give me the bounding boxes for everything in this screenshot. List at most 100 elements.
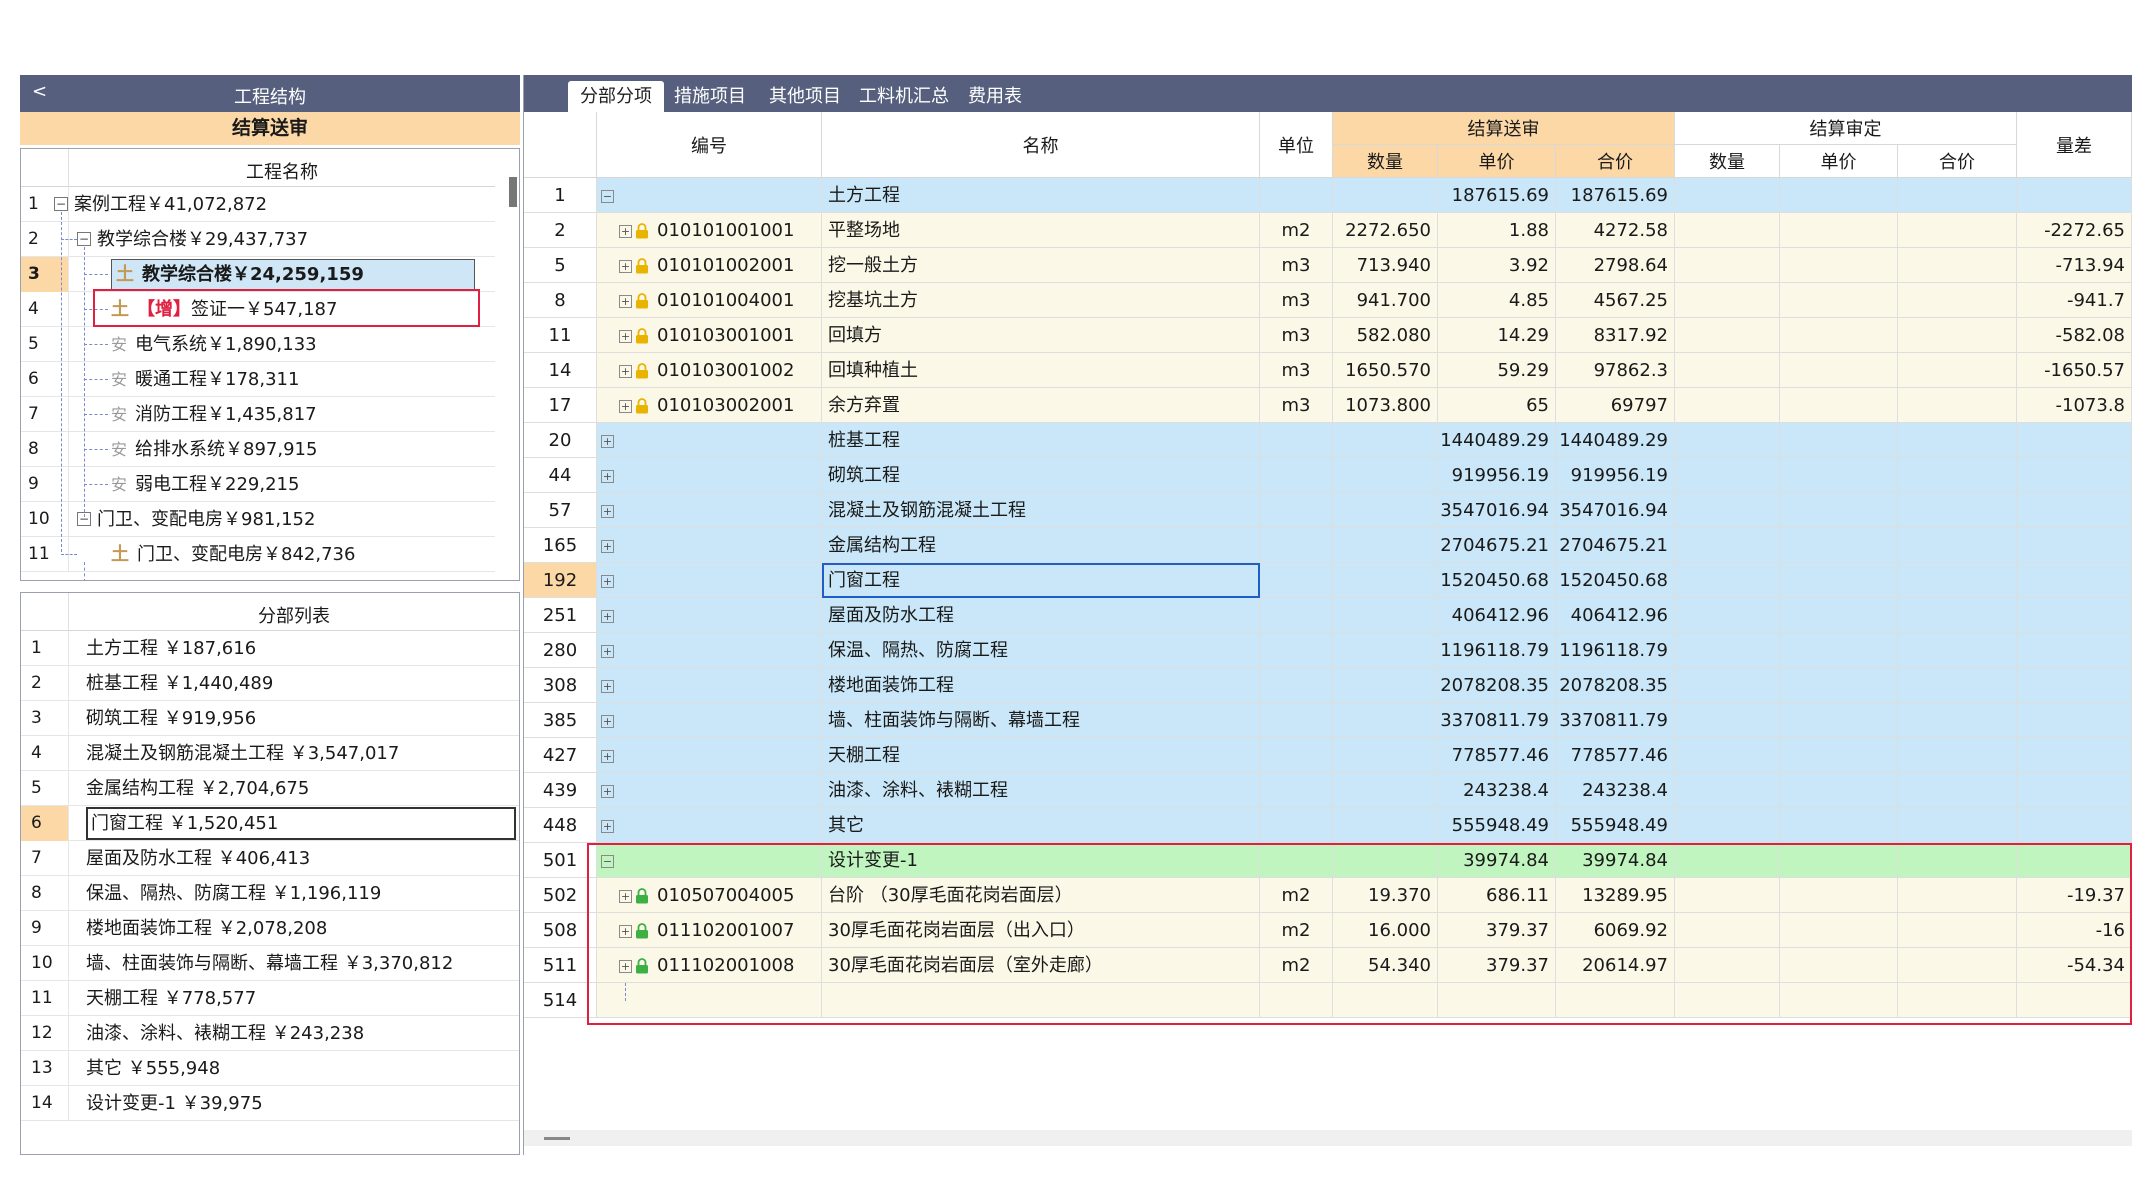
- grid-row[interactable]: 511 +011102001008 30厚毛面花岗岩面层（室外走廊） m2 54.340…: [524, 948, 2132, 983]
- submit-total-cell[interactable]: 555948.49: [1556, 808, 1675, 843]
- grid-row[interactable]: 514: [524, 983, 2132, 1018]
- review-price-cell[interactable]: [1780, 703, 1898, 738]
- quantity-diff-cell[interactable]: -941.7: [2017, 283, 2132, 318]
- submit-qty-cell[interactable]: 582.080: [1333, 318, 1438, 353]
- review-qty-cell[interactable]: [1675, 318, 1780, 353]
- grid-row[interactable]: 11 +010103001001 回填方 m3 582.080 14.29 8317.92-…: [524, 318, 2132, 353]
- submit-price-header[interactable]: 单价: [1438, 145, 1556, 178]
- item-code-cell[interactable]: +: [597, 773, 822, 808]
- item-name-cell[interactable]: 保温、隔热、防腐工程: [822, 633, 1260, 668]
- quantity-diff-cell[interactable]: [2017, 738, 2132, 773]
- submit-total-cell[interactable]: 3370811.79: [1556, 703, 1675, 738]
- submit-total-cell[interactable]: 1196118.79: [1556, 633, 1675, 668]
- review-price-cell[interactable]: [1780, 598, 1898, 633]
- review-total-cell[interactable]: [1898, 598, 2017, 633]
- quantity-diff-cell[interactable]: -2272.65: [2017, 213, 2132, 248]
- tree-scrollbar[interactable]: [509, 177, 517, 207]
- review-total-cell[interactable]: [1898, 563, 2017, 598]
- submit-qty-cell[interactable]: [1333, 633, 1438, 668]
- review-total-cell[interactable]: [1898, 178, 2017, 213]
- review-qty-cell[interactable]: [1675, 598, 1780, 633]
- submit-qty-cell[interactable]: [1333, 458, 1438, 493]
- submit-total-header[interactable]: 合价: [1556, 145, 1675, 178]
- grid-row[interactable]: 5 +010101002001 挖一般土方 m3 713.940 3.92 2798.64-…: [524, 248, 2132, 283]
- submit-total-cell[interactable]: [1556, 983, 1675, 1018]
- quantity-diff-cell[interactable]: [2017, 773, 2132, 808]
- item-code-cell[interactable]: +010101002001: [597, 248, 822, 283]
- grid-row[interactable]: 280 + 保温、隔热、防腐工程 1196118.79 1196118.79: [524, 633, 2132, 668]
- submit-qty-cell[interactable]: [1333, 703, 1438, 738]
- division-list-item[interactable]: 9 楼地面装饰工程 ￥2,078,208: [21, 911, 519, 946]
- unit-cell[interactable]: [1260, 703, 1333, 738]
- quantity-diff-cell[interactable]: [2017, 178, 2132, 213]
- review-qty-cell[interactable]: [1675, 423, 1780, 458]
- division-list-item[interactable]: 3 砌筑工程 ￥919,956: [21, 701, 519, 736]
- division-list-item[interactable]: 14 设计变更-1 ￥39,975: [21, 1086, 519, 1121]
- submit-price-cell[interactable]: 59.29: [1438, 353, 1556, 388]
- review-qty-cell[interactable]: [1675, 843, 1780, 878]
- submit-total-cell[interactable]: 187615.69: [1556, 178, 1675, 213]
- review-price-cell[interactable]: [1780, 178, 1898, 213]
- review-total-header[interactable]: 合价: [1898, 145, 2017, 178]
- review-price-cell[interactable]: [1780, 738, 1898, 773]
- review-total-cell[interactable]: [1898, 528, 2017, 563]
- submit-total-cell[interactable]: 20614.97: [1556, 948, 1675, 983]
- grid-row[interactable]: 508 +011102001007 30厚毛面花岗岩面层（出入口） m2 16.000 3…: [524, 913, 2132, 948]
- review-price-cell[interactable]: [1780, 493, 1898, 528]
- item-code-cell[interactable]: +011102001007: [597, 913, 822, 948]
- submit-total-cell[interactable]: 243238.4: [1556, 773, 1675, 808]
- division-list-item[interactable]: 7 屋面及防水工程 ￥406,413: [21, 841, 519, 876]
- expand-icon[interactable]: +: [619, 329, 632, 343]
- review-total-cell[interactable]: [1898, 948, 2017, 983]
- unit-cell[interactable]: m2: [1260, 213, 1333, 248]
- submit-price-cell[interactable]: 778577.46: [1438, 738, 1556, 773]
- grid-row[interactable]: 192 + 门窗工程 1520450.68 1520450.68: [524, 563, 2132, 598]
- submit-price-cell[interactable]: 187615.69: [1438, 178, 1556, 213]
- review-price-cell[interactable]: [1780, 633, 1898, 668]
- item-name-cell[interactable]: 天棚工程: [822, 738, 1260, 773]
- quantity-diff-header[interactable]: 量差: [2017, 112, 2132, 178]
- submit-qty-cell[interactable]: [1333, 423, 1438, 458]
- submit-qty-cell[interactable]: [1333, 563, 1438, 598]
- submit-price-cell[interactable]: 4.85: [1438, 283, 1556, 318]
- review-price-cell[interactable]: [1780, 843, 1898, 878]
- division-list-item[interactable]: 8 保温、隔热、防腐工程 ￥1,196,119: [21, 876, 519, 911]
- horizontal-scrollbar[interactable]: [524, 1130, 2132, 1146]
- grid-row[interactable]: 251 + 屋面及防水工程 406412.96 406412.96: [524, 598, 2132, 633]
- expand-icon[interactable]: +: [601, 644, 614, 658]
- division-list-item[interactable]: 11 天棚工程 ￥778,577: [21, 981, 519, 1016]
- item-code-cell[interactable]: [597, 983, 822, 1018]
- review-price-cell[interactable]: [1780, 983, 1898, 1018]
- submit-qty-cell[interactable]: [1333, 773, 1438, 808]
- review-total-cell[interactable]: [1898, 248, 2017, 283]
- item-name-cell[interactable]: 桩基工程: [822, 423, 1260, 458]
- quantity-diff-cell[interactable]: -582.08: [2017, 318, 2132, 353]
- expand-icon[interactable]: +: [601, 504, 614, 518]
- submit-total-cell[interactable]: 2798.64: [1556, 248, 1675, 283]
- grid-row[interactable]: 427 + 天棚工程 778577.46 778577.46: [524, 738, 2132, 773]
- review-total-cell[interactable]: [1898, 633, 2017, 668]
- item-code-cell[interactable]: +010103001001: [597, 318, 822, 353]
- review-qty-cell[interactable]: [1675, 948, 1780, 983]
- review-price-cell[interactable]: [1780, 948, 1898, 983]
- item-name-cell[interactable]: 回填方: [822, 318, 1260, 353]
- submit-price-cell[interactable]: 1520450.68: [1438, 563, 1556, 598]
- tree-row[interactable]: 1− 案例工程￥41,072,872: [21, 187, 495, 222]
- review-total-cell[interactable]: [1898, 353, 2017, 388]
- item-code-cell[interactable]: +010103002001: [597, 388, 822, 423]
- division-list-item[interactable]: 10 墙、柱面装饰与隔断、幕墙工程 ￥3,370,812: [21, 946, 519, 981]
- review-price-header[interactable]: 单价: [1780, 145, 1898, 178]
- grid-row[interactable]: 1− 土方工程 187615.69 187615.69: [524, 178, 2132, 213]
- review-qty-cell[interactable]: [1675, 738, 1780, 773]
- review-total-cell[interactable]: [1898, 423, 2017, 458]
- horizontal-scroll-thumb[interactable]: [544, 1137, 570, 1140]
- item-code-cell[interactable]: +: [597, 528, 822, 563]
- item-name-cell[interactable]: 墙、柱面装饰与隔断、幕墙工程: [822, 703, 1260, 738]
- review-qty-cell[interactable]: [1675, 248, 1780, 283]
- unit-cell[interactable]: [1260, 773, 1333, 808]
- expand-icon[interactable]: +: [601, 749, 614, 763]
- unit-cell[interactable]: [1260, 563, 1333, 598]
- unit-column-header[interactable]: 单位: [1260, 112, 1333, 178]
- review-qty-cell[interactable]: [1675, 283, 1780, 318]
- expand-icon[interactable]: +: [601, 434, 614, 448]
